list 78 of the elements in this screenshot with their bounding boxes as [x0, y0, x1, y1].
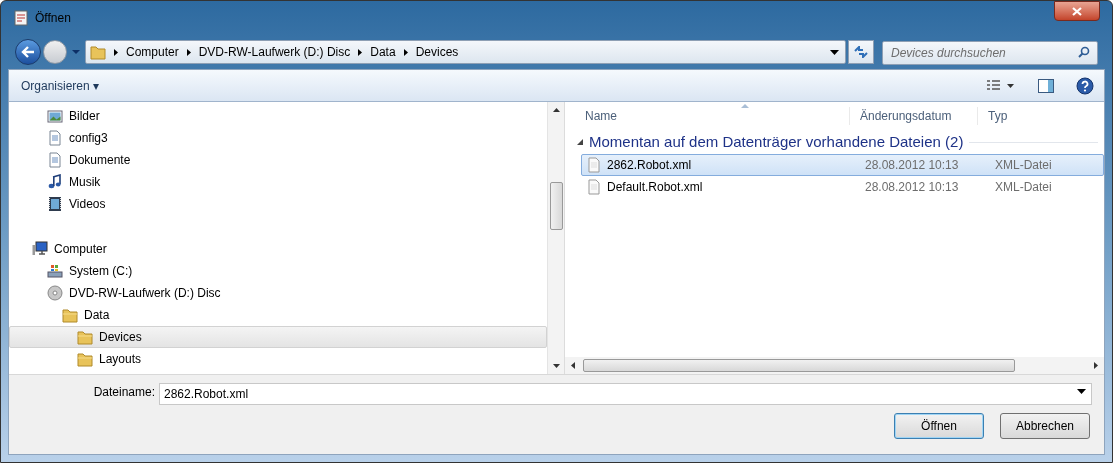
nav-item[interactable]: Musik [9, 171, 547, 193]
column-header[interactable]: Name [565, 107, 849, 125]
file-date: 28.08.2012 10:13 [865, 157, 960, 174]
file-name: Default.Robot.xml [607, 179, 704, 196]
column-header[interactable]: Änderungsdatum [849, 107, 977, 125]
chevron-icon[interactable] [403, 48, 408, 56]
forward-button[interactable] [43, 40, 67, 64]
horizontal-scrollbar[interactable] [565, 357, 1104, 374]
nav-item[interactable]: DVD-RW-Laufwerk (D:) Disc [9, 282, 547, 304]
disc-icon [47, 285, 63, 301]
close-icon [1072, 6, 1082, 16]
collapse-triangle-icon[interactable] [577, 139, 583, 145]
document-icon [47, 152, 63, 168]
view-options-icon[interactable] [986, 78, 1016, 93]
file-row[interactable]: Default.Robot.xml 28.08.2012 10:13 XML-Datei [581, 176, 1104, 198]
back-button[interactable] [15, 39, 41, 65]
document-icon [586, 179, 602, 195]
scroll-thumb[interactable] [549, 182, 563, 230]
nav-item[interactable]: System (C:) [9, 260, 547, 282]
open-button[interactable]: Öffnen [894, 413, 984, 439]
close-button[interactable] [1054, 1, 1100, 21]
vertical-scrollbar[interactable] [547, 102, 564, 374]
breadcrumb[interactable]: Computer [126, 43, 179, 61]
scroll-up-icon[interactable] [552, 108, 560, 112]
chevron-icon[interactable] [186, 48, 191, 56]
document-icon [47, 130, 63, 146]
chevron-icon[interactable] [358, 48, 363, 56]
organize-menu[interactable]: Organisieren ▾ [19, 76, 102, 95]
search-field[interactable]: Devices durchsuchen [882, 41, 1098, 65]
scroll-down-icon[interactable] [552, 364, 560, 368]
film-icon [47, 196, 63, 212]
folder-icon [90, 44, 106, 60]
nav-item[interactable]: Data [9, 304, 547, 326]
pictures-icon [47, 108, 63, 124]
group-header[interactable]: Momentan auf dem Datenträger vorhandene Dateien (2) [589, 130, 964, 154]
folder-icon [77, 351, 93, 367]
file-row[interactable]: 2862.Robot.xml 28.08.2012 10:13 XML-Datei [581, 154, 1104, 176]
cancel-button[interactable]: Abbrechen [1000, 413, 1090, 439]
scroll-thumb[interactable] [583, 359, 1015, 372]
breadcrumb[interactable]: Devices [415, 43, 459, 61]
nav-item[interactable]: config3 [9, 127, 547, 149]
chevron-icon[interactable] [114, 48, 118, 56]
breadcrumb[interactable]: DVD-RW-Laufwerk (D:) Disc [198, 43, 351, 61]
sort-arrow-icon [741, 104, 749, 108]
nav-item[interactable]: Videos [9, 193, 547, 215]
nav-item[interactable]: Bilder [9, 105, 547, 127]
refresh-arrows-icon [853, 46, 869, 58]
computer-icon [32, 241, 48, 257]
filename-field[interactable]: 2862.Robot.xml [159, 383, 1092, 405]
folder-icon [77, 329, 93, 345]
drive-icon [47, 263, 63, 279]
nav-item[interactable]: Dokumente [9, 149, 547, 171]
dialog-icon [13, 10, 29, 26]
back-arrow-icon [21, 46, 35, 58]
file-type: XML-Datei [995, 179, 1052, 196]
scroll-right-icon[interactable] [1094, 362, 1098, 369]
breadcrumb[interactable]: Data [370, 43, 396, 61]
window-title: Öffnen [35, 10, 71, 27]
folder-icon [62, 307, 78, 323]
music-note-icon [47, 174, 63, 190]
nav-item[interactable]: Computer [9, 238, 547, 260]
column-header[interactable]: Typ [977, 107, 1008, 125]
dropdown-caret-icon[interactable] [1077, 389, 1086, 394]
nav-item[interactable]: Devices [9, 326, 547, 348]
filename-label: Dateiname: [92, 384, 156, 401]
history-caret-icon[interactable] [71, 49, 81, 55]
refresh-button[interactable] [848, 40, 874, 64]
search-icon [1078, 46, 1090, 58]
file-type: XML-Datei [995, 157, 1052, 174]
file-date: 28.08.2012 10:13 [865, 179, 960, 196]
file-name: 2862.Robot.xml [607, 157, 693, 174]
preview-pane-icon[interactable] [1038, 78, 1054, 93]
address-bar[interactable]: Computer DVD-RW-Laufwerk (D:) Disc Data Devices [85, 40, 846, 64]
nav-item[interactable]: Layouts [9, 348, 547, 370]
scroll-left-icon[interactable] [571, 362, 575, 369]
help-icon[interactable] [1076, 76, 1094, 95]
document-icon [586, 157, 602, 173]
dropdown-caret-icon[interactable] [830, 49, 839, 55]
